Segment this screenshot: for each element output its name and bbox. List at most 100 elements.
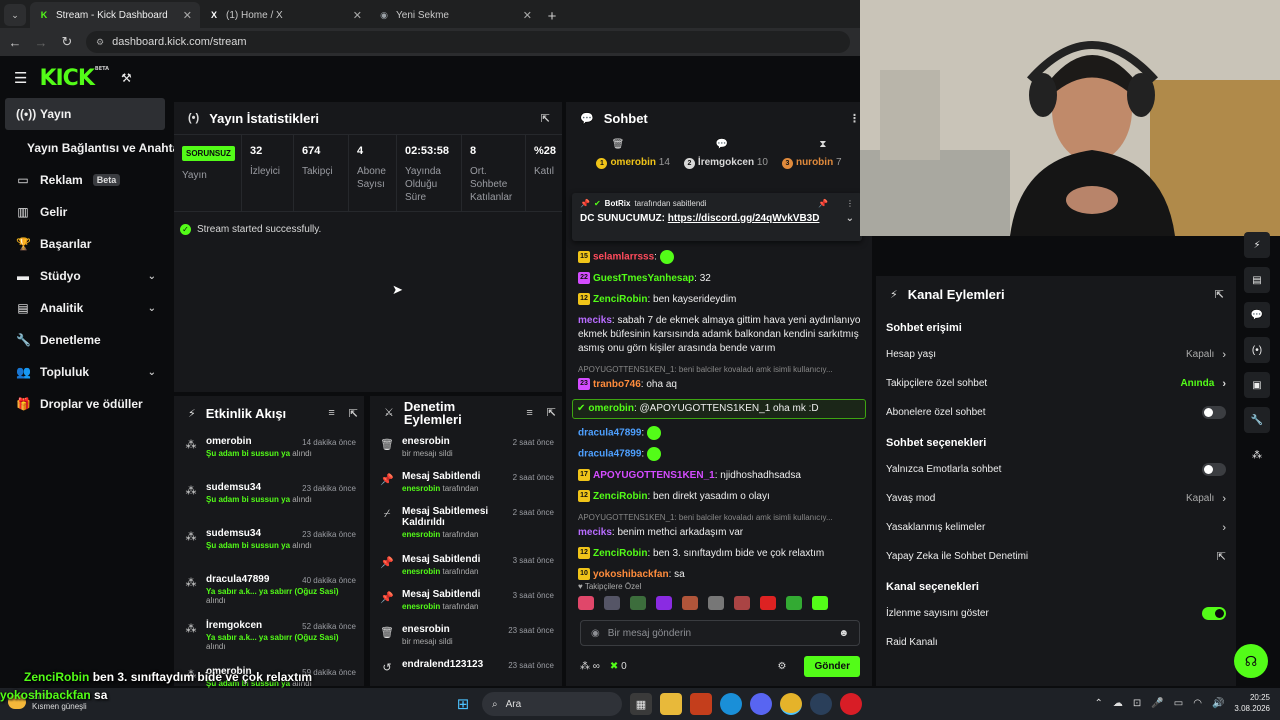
- office-icon[interactable]: [690, 693, 712, 715]
- chat-username[interactable]: tranbo746: [593, 379, 641, 390]
- broadcast-icon[interactable]: (•): [1244, 337, 1270, 363]
- clock[interactable]: 20:25 3.08.2026: [1234, 692, 1270, 714]
- expand-chevron-icon[interactable]: ⌄: [846, 213, 854, 224]
- reload-icon[interactable]: ↻: [60, 34, 74, 50]
- setting-row[interactable]: Hesap yaşı Kapalı ›: [876, 340, 1236, 369]
- chat-username[interactable]: omerobin: [588, 403, 634, 414]
- emote[interactable]: [682, 596, 698, 610]
- sidebar-item[interactable]: 🏆 Başarılar: [0, 228, 170, 260]
- lightning-icon[interactable]: ⚡: [1244, 232, 1270, 258]
- sidebar-item[interactable]: ▬ Stüdyo ⌄: [0, 260, 170, 292]
- popout-icon[interactable]: ⇱: [541, 112, 550, 125]
- speech-bubble-icon[interactable]: 💬: [716, 139, 728, 150]
- popout-icon[interactable]: ⇱: [1215, 288, 1224, 301]
- chevron-down-icon[interactable]: ⌄: [148, 271, 156, 282]
- activity-user[interactable]: dracula47899: [206, 574, 269, 585]
- sidebar-item[interactable]: ▥ Gelir: [0, 196, 170, 228]
- taskbar-search[interactable]: ⌕ Ara: [482, 692, 622, 716]
- popout-icon[interactable]: ⇱: [547, 407, 556, 420]
- chevron-down-icon[interactable]: ⌄: [148, 367, 156, 378]
- settings-icon[interactable]: ⚙: [777, 661, 786, 672]
- chat-username[interactable]: dracula47899: [578, 449, 641, 460]
- activity-user[interactable]: omerobin: [206, 436, 252, 447]
- menu-icon[interactable]: ☰: [14, 69, 27, 87]
- sidebar-item[interactable]: ((•)) Yayın: [5, 98, 165, 130]
- top-gifter[interactable]: 2 İremgokcen 10: [683, 157, 768, 169]
- display-icon[interactable]: ▭: [1174, 698, 1183, 709]
- emote[interactable]: [734, 596, 750, 610]
- file-explorer-icon[interactable]: [660, 693, 682, 715]
- chat-username[interactable]: meciks: [578, 527, 612, 538]
- chat-username[interactable]: GuestTmesYanhesap: [593, 273, 694, 284]
- more-options-icon[interactable]: ⋮: [846, 199, 854, 208]
- sidebar-item[interactable]: 🔧 Denetleme: [0, 324, 170, 356]
- emote[interactable]: [760, 596, 776, 610]
- activity-user[interactable]: sudemsu34: [206, 482, 261, 493]
- kick-logo[interactable]: KICKBETA: [39, 66, 109, 91]
- top-gifter[interactable]: 1 omerobin 14: [596, 157, 670, 169]
- chat-username[interactable]: APOYUGOTTENS1KEN_1: [593, 470, 715, 481]
- more-options-icon[interactable]: ⋮: [849, 112, 860, 125]
- setting-row[interactable]: Raid Kanalı: [876, 628, 1236, 657]
- close-tab-icon[interactable]: ✕: [353, 9, 362, 22]
- emote[interactable]: [659, 250, 674, 264]
- tab-search-chevron-icon[interactable]: ⌄: [4, 4, 26, 26]
- setting-row[interactable]: Takipçilere özel sohbet Anında ›: [876, 369, 1236, 398]
- filter-icon[interactable]: ≡: [526, 407, 532, 420]
- emote[interactable]: [630, 596, 646, 610]
- send-button[interactable]: Gönder: [804, 655, 860, 677]
- chevron-up-icon[interactable]: ⌃: [1095, 698, 1103, 709]
- opera-icon[interactable]: [840, 693, 862, 715]
- tools-icon[interactable]: ⚒: [121, 71, 132, 85]
- edge-icon[interactable]: [720, 693, 742, 715]
- top-gifter[interactable]: 3 nurobin 7: [781, 157, 842, 169]
- steam-icon[interactable]: [810, 693, 832, 715]
- reply-preview[interactable]: APOYUGOTTENS1KEN_1: beni balciler kovala…: [578, 363, 866, 377]
- chevron-right-icon[interactable]: ›: [1222, 522, 1226, 534]
- setting-row[interactable]: Yalnızca Emotlarla sohbet: [876, 455, 1236, 484]
- hourglass-icon[interactable]: ⧗: [819, 139, 826, 150]
- cloud-icon[interactable]: ☁: [1113, 698, 1123, 709]
- chevron-right-icon[interactable]: ›: [1222, 349, 1226, 361]
- reply-preview[interactable]: APOYUGOTTENS1KEN_1: beni balciler kovala…: [578, 511, 866, 525]
- sidebar-item[interactable]: 🎁 Droplar ve ödüller: [0, 388, 170, 420]
- chat-username[interactable]: ZenciRobin: [593, 491, 647, 502]
- new-tab-icon[interactable]: +: [540, 4, 564, 28]
- chat-username[interactable]: dracula47899: [578, 427, 641, 438]
- emote[interactable]: [812, 596, 828, 610]
- setting-row[interactable]: Yasaklanmış kelimeler ›: [876, 513, 1236, 542]
- emote[interactable]: [708, 596, 724, 610]
- close-tab-icon[interactable]: ✕: [523, 9, 532, 22]
- pinned-link[interactable]: https://discord.gg/24qWvkVB3D: [668, 213, 820, 224]
- sidebar-item[interactable]: ▭ Reklam Beta: [0, 164, 170, 196]
- chat-username[interactable]: meciks: [578, 315, 612, 326]
- emote[interactable]: [646, 425, 661, 440]
- toggle-switch[interactable]: [1202, 607, 1226, 620]
- popout-icon[interactable]: ⇱: [349, 407, 358, 420]
- external-link-icon[interactable]: ⇱: [1217, 550, 1226, 563]
- setting-row[interactable]: İzlenme sayısını göster: [876, 599, 1236, 628]
- activity-user[interactable]: İremgokcen: [206, 620, 262, 631]
- browser-tab[interactable]: ◉ Yeni Sekme ✕: [370, 2, 540, 28]
- emote[interactable]: [604, 596, 620, 610]
- points-icon[interactable]: ⁂ ∞: [580, 661, 600, 672]
- browser-tab[interactable]: X (1) Home / X ✕: [200, 2, 370, 28]
- back-icon[interactable]: ←: [8, 35, 22, 50]
- chrome-icon[interactable]: [780, 693, 802, 715]
- sidebar-item[interactable]: ▤ Analitik ⌄: [0, 292, 170, 324]
- setting-row[interactable]: Abonelere özel sohbet: [876, 398, 1236, 427]
- wrench-icon[interactable]: 🔧: [1244, 407, 1270, 433]
- wifi-icon[interactable]: ◠: [1193, 698, 1202, 709]
- kicks-icon[interactable]: ✖ 0: [610, 661, 627, 672]
- trash-icon[interactable]: 🗑: [612, 139, 625, 150]
- toggle-switch[interactable]: [1202, 406, 1226, 419]
- emote[interactable]: [578, 596, 594, 610]
- chat-input[interactable]: ◉ Bir mesaj gönderin ☻: [580, 620, 860, 646]
- chevron-right-icon[interactable]: ›: [1222, 493, 1226, 505]
- document-icon[interactable]: ▤: [1244, 267, 1270, 293]
- site-info-icon[interactable]: ⚙: [96, 37, 104, 48]
- chat-username[interactable]: ZenciRobin: [593, 294, 647, 305]
- chat-username[interactable]: ZenciRobin: [593, 548, 647, 559]
- sidebar-item[interactable]: 👥 Topluluk ⌄: [0, 356, 170, 388]
- chat-username[interactable]: yokoshibackfan: [593, 569, 669, 580]
